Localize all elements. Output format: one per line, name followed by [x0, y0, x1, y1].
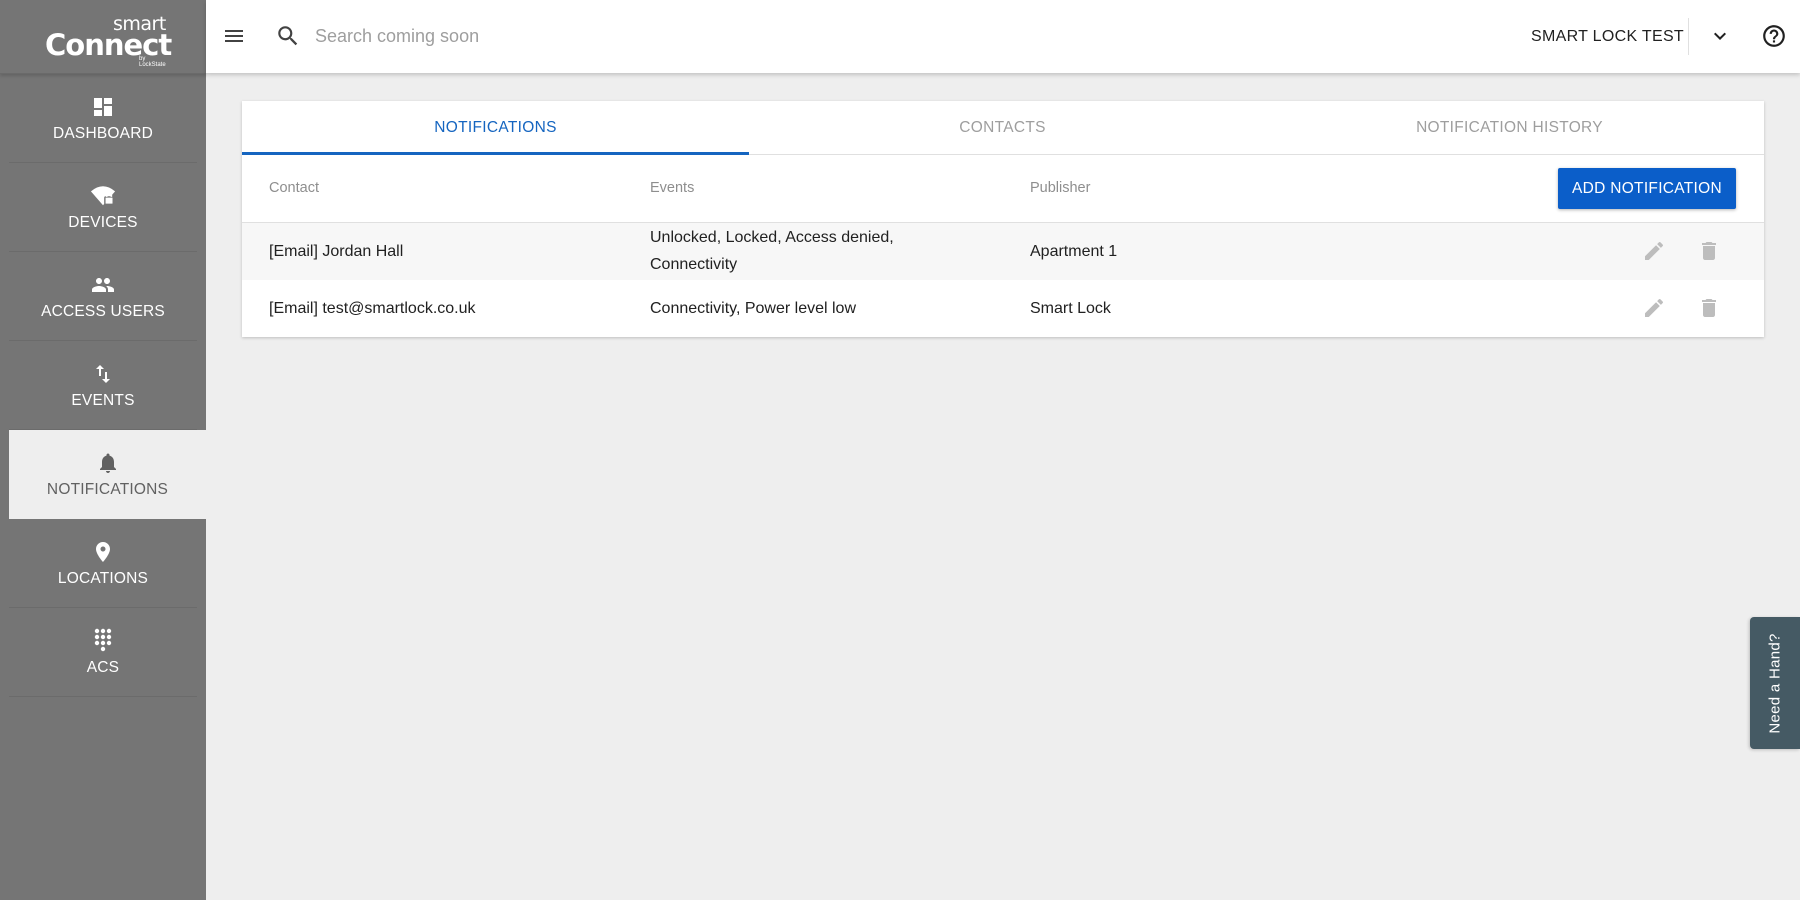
- sidebar-item-label: ACCESS USERS: [41, 302, 165, 320]
- sidebar-item-locations[interactable]: LOCATIONS: [9, 519, 197, 608]
- table-header: Contact Events Publisher ADD NOTIFICATIO…: [242, 155, 1764, 223]
- top-bar: SMART LOCK TEST: [206, 0, 1800, 73]
- people-icon: [90, 272, 116, 298]
- sidebar-item-acs[interactable]: ACS: [9, 608, 197, 697]
- need-a-hand-label: Need a Hand?: [1766, 632, 1784, 734]
- column-header-contact: Contact: [269, 180, 319, 196]
- events-cell-line1: Connectivity, Power level low: [650, 300, 857, 317]
- sidebar-item-notifications[interactable]: NOTIFICATIONS: [9, 430, 206, 519]
- column-header-publisher: Publisher: [1030, 180, 1091, 196]
- logo[interactable]: smart Connect by LockState: [0, 0, 206, 74]
- search-icon[interactable]: [274, 22, 302, 50]
- column-header-events: Events: [650, 180, 695, 196]
- logo-by-text: by LockState: [139, 55, 166, 68]
- sidebar-item-label: EVENTS: [71, 391, 135, 409]
- divider: [1688, 18, 1689, 55]
- contact-cell: [Email] test@smartlock.co.uk: [269, 300, 476, 317]
- events-cell-line1: Unlocked, Locked, Access denied,: [650, 229, 894, 246]
- events-cell-line2: Connectivity: [650, 256, 738, 273]
- logo-mark: smart Connect by LockState: [43, 13, 172, 68]
- publisher-cell: Apartment 1: [1030, 243, 1118, 260]
- sidebar-item-events[interactable]: EVENTS: [9, 341, 197, 430]
- help-icon[interactable]: [1760, 22, 1788, 50]
- sidebar-item-label: ACS: [86, 658, 120, 676]
- edit-pencil-icon[interactable]: [1641, 295, 1667, 321]
- sidebar-item-devices[interactable]: DEVICES: [9, 163, 197, 252]
- chevron-down-icon[interactable]: [1706, 22, 1734, 50]
- notifications-card: NOTIFICATIONS CONTACTS NOTIFICATION HIST…: [242, 101, 1764, 337]
- tab-notification-history[interactable]: NOTIFICATION HISTORY: [1256, 101, 1763, 154]
- sidebar-item-label: NOTIFICATIONS: [46, 481, 169, 498]
- delete-trash-icon[interactable]: [1696, 295, 1722, 321]
- sidebar-item-dashboard[interactable]: DASHBOARD: [9, 74, 197, 163]
- dialpad-icon: [90, 628, 116, 654]
- table-row: [Email] Jordan Hall Unlocked, Locked, Ac…: [242, 223, 1764, 280]
- publisher-cell: Smart Lock: [1030, 300, 1111, 317]
- edit-pencil-icon[interactable]: [1641, 238, 1667, 264]
- hamburger-menu-icon[interactable]: [220, 22, 248, 50]
- sidebar-item-access-users[interactable]: ACCESS USERS: [9, 252, 197, 341]
- tab-bar: NOTIFICATIONS CONTACTS NOTIFICATION HIST…: [242, 101, 1764, 155]
- swap-vert-icon: [90, 361, 116, 387]
- sidebar-item-label: DEVICES: [68, 213, 138, 231]
- tab-contacts[interactable]: CONTACTS: [749, 101, 1256, 154]
- table-row: [Email] test@smartlock.co.uk Connectivit…: [242, 280, 1764, 337]
- account-name: SMART LOCK TEST: [1531, 28, 1684, 45]
- delete-trash-icon[interactable]: [1696, 238, 1722, 264]
- sidebar-item-label: LOCATIONS: [57, 569, 149, 587]
- sidebar-item-label: DASHBOARD: [53, 124, 153, 142]
- tab-notifications[interactable]: NOTIFICATIONS: [242, 101, 749, 154]
- need-a-hand-tab[interactable]: Need a Hand?: [1750, 617, 1800, 749]
- wifi-lock-icon: [90, 183, 116, 209]
- sidebar: smart Connect by LockState DASHBOARD DEV…: [0, 0, 206, 900]
- contact-cell: [Email] Jordan Hall: [269, 243, 404, 260]
- search-input[interactable]: [315, 20, 915, 52]
- location-pin-icon: [90, 539, 116, 565]
- add-notification-button[interactable]: ADD NOTIFICATION: [1558, 168, 1736, 209]
- dashboard-icon: [90, 94, 116, 120]
- bell-icon: [95, 450, 121, 476]
